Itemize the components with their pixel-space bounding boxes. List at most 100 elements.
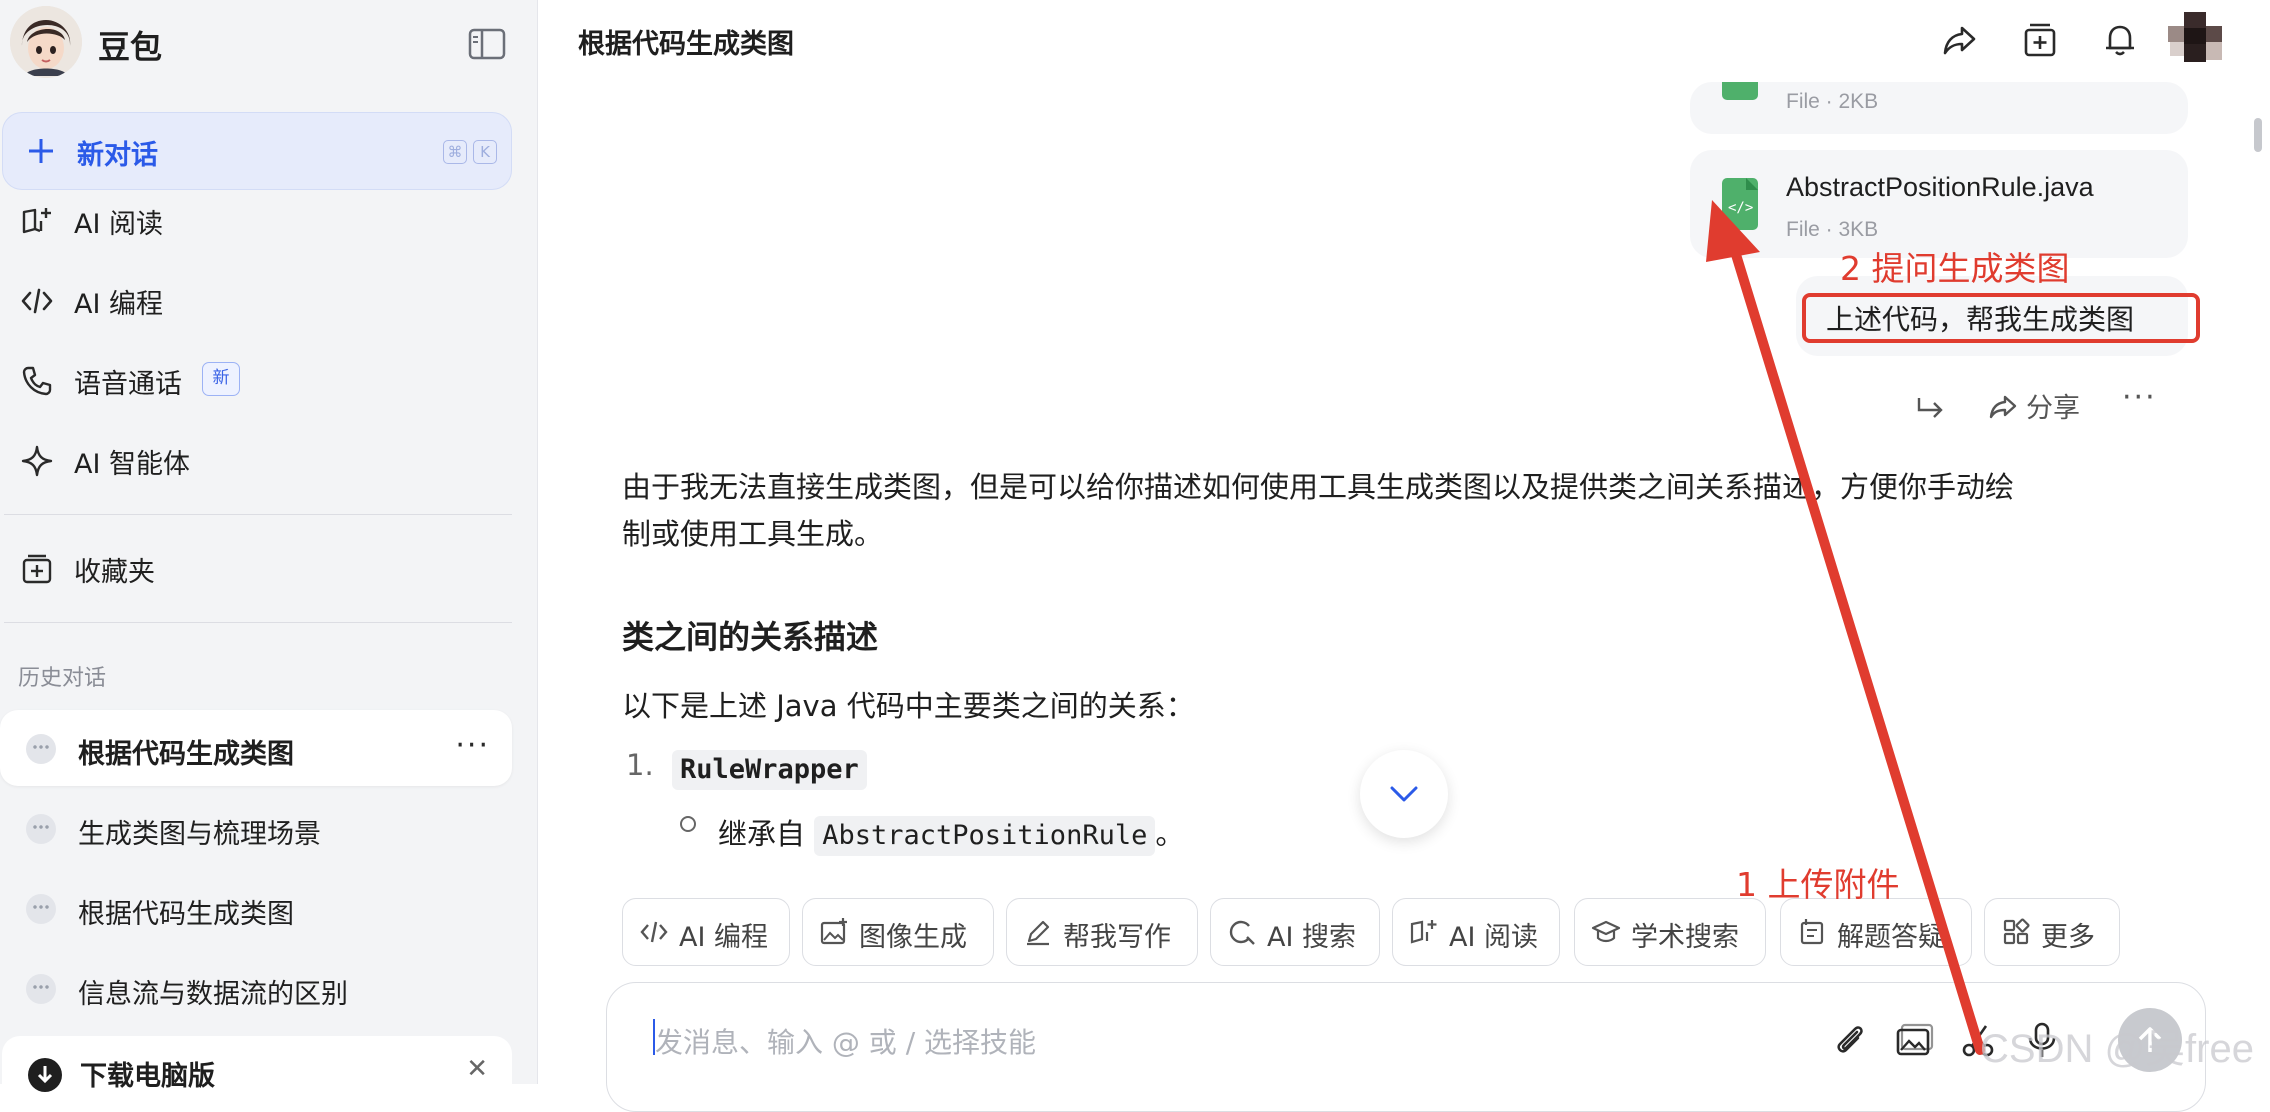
phone-icon bbox=[22, 366, 52, 396]
answer-text: 继承自 bbox=[718, 817, 806, 851]
scrollbar-thumb[interactable] bbox=[2254, 118, 2262, 152]
sidebar-toggle-icon[interactable] bbox=[468, 28, 506, 60]
pen-icon bbox=[1027, 920, 1050, 946]
history-item[interactable]: 根据代码生成类图 ··· bbox=[0, 710, 512, 786]
sidebar: 豆包 新对话 ⌘ K AI 阅读 AI 编程 语音通话 新 AI 智能体 收藏夹… bbox=[0, 0, 538, 1106]
chat-bubble-icon bbox=[26, 974, 56, 1004]
sidebar-item-label: 收藏夹 bbox=[74, 557, 155, 588]
answer-heading: 类之间的关系描述 bbox=[622, 618, 879, 656]
download-desktop-banner[interactable]: 下载电脑版 ✕ bbox=[2, 1036, 512, 1106]
doubao-logo-avatar[interactable] bbox=[10, 6, 82, 78]
share-button[interactable]: 分享 bbox=[2026, 386, 2080, 425]
share-icon[interactable] bbox=[1940, 20, 1980, 60]
scroll-to-bottom-button[interactable] bbox=[1360, 750, 1448, 838]
sidebar-item-ai-reading[interactable]: AI 阅读 bbox=[0, 190, 520, 250]
annotation-step-1-label: 1 上传附件 bbox=[1736, 865, 1900, 904]
sparkle-icon bbox=[21, 445, 53, 477]
svg-text:</>: </> bbox=[1728, 200, 1753, 216]
skill-homework-help-button[interactable]: 解题答疑 bbox=[1780, 898, 1972, 966]
skill-image-generation-button[interactable]: 图像生成 bbox=[802, 898, 994, 966]
answer-text: 制或使用工具生成。 bbox=[622, 517, 884, 551]
share-icon[interactable] bbox=[1986, 390, 2020, 424]
skill-label: 帮我写作 bbox=[1063, 922, 1171, 953]
history-item-label: 根据代码生成类图 bbox=[78, 739, 294, 770]
class-name-code: RuleWrapper bbox=[672, 750, 867, 790]
code-icon bbox=[21, 288, 53, 314]
list-sub-item: 继承自 AbstractPositionRule。 bbox=[718, 814, 1184, 856]
graduation-cap-icon bbox=[1591, 920, 1621, 943]
history-item-label: 信息流与数据流的区别 bbox=[78, 979, 348, 1010]
skill-ai-reading-button[interactable]: AI 阅读 bbox=[1392, 898, 1560, 966]
sidebar-item-favorites[interactable]: 收藏夹 bbox=[0, 538, 520, 598]
skill-label: 学术搜索 bbox=[1631, 922, 1739, 953]
message-actions: 分享 ··· bbox=[1900, 380, 2200, 426]
skill-more-button[interactable]: 更多 bbox=[1984, 898, 2120, 966]
user-avatar[interactable] bbox=[2168, 12, 2224, 72]
sidebar-item-ai-coding[interactable]: AI 编程 bbox=[0, 270, 520, 330]
skill-label: AI 编程 bbox=[679, 922, 769, 953]
answer-text: 。 bbox=[1155, 817, 1185, 851]
sidebar-item-label: AI 阅读 bbox=[74, 209, 164, 240]
answer-paragraph: 以下是上述 Java 代码中主要类之间的关系： bbox=[622, 689, 1195, 723]
code-inline: AbstractPositionRule bbox=[814, 816, 1156, 856]
sidebar-item-label: AI 编程 bbox=[74, 289, 164, 320]
forward-icon[interactable] bbox=[1914, 390, 1948, 424]
watermark-text: CSDN @吴free bbox=[1980, 1027, 2254, 1071]
skill-label: 解题答疑 bbox=[1837, 922, 1945, 953]
image-plus-icon bbox=[820, 918, 847, 945]
skill-label: 图像生成 bbox=[859, 922, 967, 953]
download-desktop-label: 下载电脑版 bbox=[80, 1061, 215, 1092]
new-chat-label: 新对话 bbox=[77, 140, 158, 171]
image-upload-icon[interactable] bbox=[1894, 1020, 1934, 1060]
history-item-label: 根据代码生成类图 bbox=[78, 899, 294, 930]
chat-bubble-icon bbox=[26, 894, 56, 924]
notification-bell-icon[interactable] bbox=[2100, 20, 2140, 60]
skill-academic-search-button[interactable]: 学术搜索 bbox=[1574, 898, 1766, 966]
chat-bubble-icon bbox=[26, 814, 56, 844]
file-icon bbox=[1722, 82, 1758, 100]
list-bullet bbox=[680, 816, 696, 832]
bookmark-plus-icon bbox=[22, 554, 52, 584]
page-title: 根据代码生成类图 bbox=[578, 29, 794, 60]
shortcut-cmd-key: ⌘ bbox=[443, 140, 467, 164]
book-plus-icon bbox=[1410, 920, 1437, 944]
message-input-placeholder: 发消息、输入 @ 或 / 选择技能 bbox=[655, 1026, 1037, 1059]
history-item[interactable]: 信息流与数据流的区别 bbox=[0, 950, 512, 1026]
history-section-title: 历史对话 bbox=[18, 666, 107, 691]
skill-ai-coding-button[interactable]: AI 编程 bbox=[622, 898, 790, 966]
new-badge: 新 bbox=[202, 362, 240, 396]
sidebar-item-ai-agents[interactable]: AI 智能体 bbox=[0, 430, 520, 490]
shortcut-k-key: K bbox=[473, 140, 497, 164]
java-file-icon: </> bbox=[1722, 178, 1758, 230]
new-chat-button[interactable]: 新对话 ⌘ K bbox=[2, 112, 512, 190]
attachment-name: AbstractPositionRule.java bbox=[1786, 172, 2094, 202]
sidebar-divider bbox=[4, 622, 512, 623]
more-options-icon[interactable]: ··· bbox=[455, 728, 490, 763]
sidebar-item-label: 语音通话 bbox=[74, 369, 182, 400]
more-options-icon[interactable]: ··· bbox=[2122, 380, 2157, 415]
history-item-label: 生成类图与梳理场景 bbox=[78, 819, 321, 850]
download-icon bbox=[28, 1058, 62, 1092]
brand-name: 豆包 bbox=[98, 28, 163, 66]
sidebar-item-voice-call[interactable]: 语音通话 bbox=[0, 350, 520, 410]
answer-paragraph: 由于我无法直接生成类图，但是可以给你描述如何使用工具生成类图以及提供类之间关系描… bbox=[622, 464, 2202, 558]
attachment-card[interactable]: File · 2KB bbox=[1690, 82, 2188, 134]
skill-ai-search-button[interactable]: AI 搜索 bbox=[1210, 898, 1380, 966]
grid-icon bbox=[2003, 918, 2030, 945]
attachment-meta: File · 2KB bbox=[1786, 90, 1879, 113]
answer-text: 关系描述，方便你手动绘 bbox=[1695, 470, 2015, 504]
history-item[interactable]: 根据代码生成类图 bbox=[0, 870, 512, 946]
annotation-step-2-label: 2 提问生成类图 bbox=[1840, 249, 2070, 288]
attachment-paperclip-icon[interactable] bbox=[1830, 1020, 1870, 1060]
close-icon[interactable]: ✕ bbox=[466, 1054, 488, 1084]
sidebar-item-label: AI 智能体 bbox=[74, 449, 191, 480]
add-to-favorites-icon[interactable] bbox=[2020, 20, 2060, 60]
history-item[interactable]: 生成类图与梳理场景 bbox=[0, 790, 512, 866]
search-icon bbox=[1229, 920, 1255, 945]
skill-writing-button[interactable]: 帮我写作 bbox=[1006, 898, 1198, 966]
list-number: 1. bbox=[626, 748, 654, 782]
plus-icon bbox=[29, 139, 53, 163]
chevron-down-icon bbox=[1390, 786, 1418, 802]
code-icon bbox=[640, 921, 668, 943]
skill-label: AI 阅读 bbox=[1449, 922, 1539, 953]
